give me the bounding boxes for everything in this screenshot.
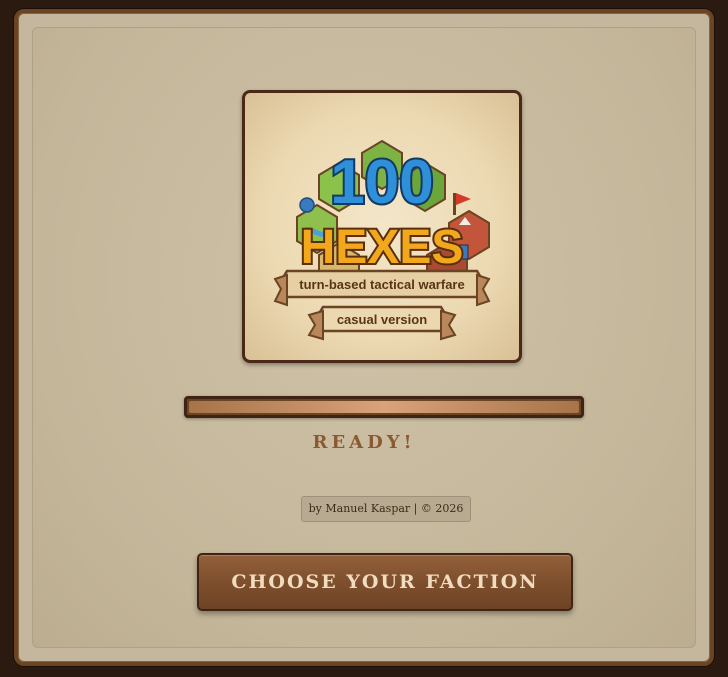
loading-progress-fill xyxy=(189,401,579,413)
logo-edition: casual version xyxy=(337,312,427,327)
loading-panel: 100 HEXES turn-based tactical warfare ca… xyxy=(32,27,696,648)
author-credit: by Manuel Kaspar | © 2026 xyxy=(301,496,471,522)
app-frame: 100 HEXES turn-based tactical warfare ca… xyxy=(14,9,714,666)
loading-progress-bar xyxy=(184,396,584,418)
game-logo-art: 100 HEXES turn-based tactical warfare ca… xyxy=(273,139,491,341)
logo-word: HEXES xyxy=(301,221,464,274)
game-logo: 100 HEXES turn-based tactical warfare ca… xyxy=(242,90,522,363)
logo-tagline: turn-based tactical warfare xyxy=(299,277,464,292)
choose-faction-button[interactable]: CHOOSE YOUR FACTION xyxy=(197,553,573,611)
loading-status: READY! xyxy=(312,432,416,453)
logo-number: 100 xyxy=(330,148,433,217)
